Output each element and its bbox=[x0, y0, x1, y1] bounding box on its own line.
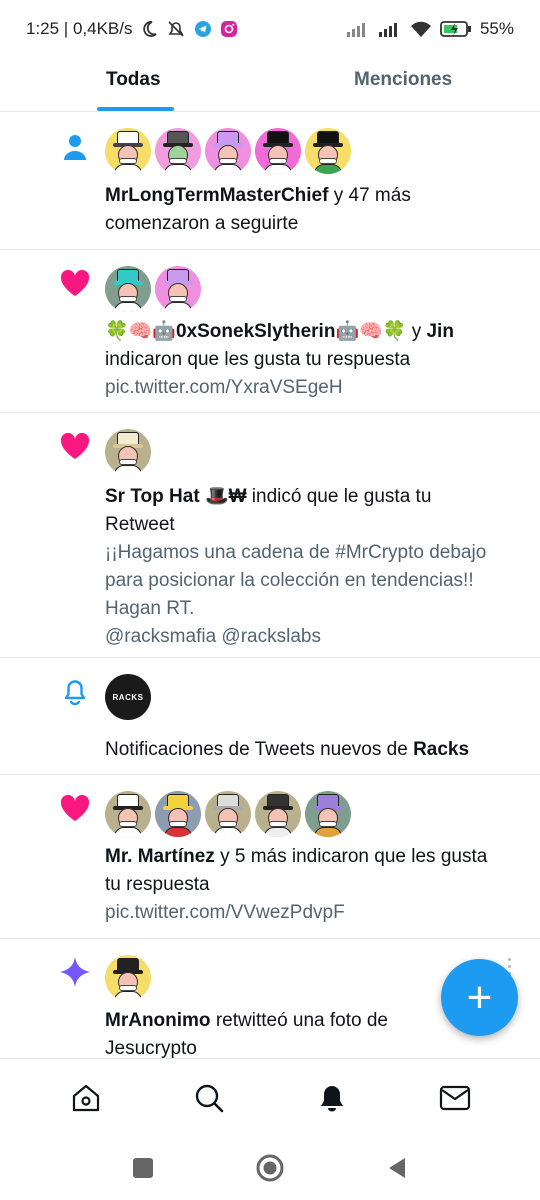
moon-icon bbox=[140, 20, 158, 38]
notification-item[interactable]: Mr. Martínez y 5 más indicaron que les g… bbox=[0, 775, 540, 939]
home-button[interactable] bbox=[255, 1153, 285, 1183]
plus-icon: + bbox=[466, 972, 493, 1022]
quote-line: para posicionar la colección en tendenci… bbox=[105, 570, 474, 591]
quote-line: ¡¡Hagamos una cadena de #MrCrypto debajo bbox=[105, 542, 487, 563]
avatar[interactable] bbox=[155, 128, 201, 174]
user-name[interactable]: Mr. Martínez bbox=[105, 846, 215, 867]
avatar[interactable] bbox=[255, 791, 301, 837]
avatar-row bbox=[105, 413, 520, 475]
tab-label: Menciones bbox=[354, 69, 453, 90]
avatar[interactable] bbox=[155, 791, 201, 837]
avatar[interactable] bbox=[255, 128, 301, 174]
quote-line: Hagan RT. bbox=[105, 598, 195, 619]
muted-icon bbox=[166, 20, 186, 38]
notification-item[interactable]: MrLongTermMasterChief y 47 más comenzaro… bbox=[0, 112, 540, 250]
avatar[interactable]: RACKS bbox=[105, 674, 151, 720]
instagram-icon bbox=[220, 20, 238, 38]
search-icon bbox=[195, 1084, 223, 1112]
notification-text: Notificaciones de Tweets nuevos de Racks bbox=[105, 736, 520, 764]
status-bar: 1:25 | 0,4KB/s 55% bbox=[0, 0, 540, 58]
signal-icon bbox=[346, 20, 370, 38]
tab-label: Todas bbox=[106, 69, 161, 90]
user-name[interactable]: 0xSonekSlytherin bbox=[176, 321, 335, 342]
tweet-link[interactable]: pic.twitter.com/VVwezPdvpF bbox=[105, 902, 345, 923]
bell-icon bbox=[58, 674, 92, 708]
notification-item[interactable]: RACKS Notificaciones de Tweets nuevos de… bbox=[0, 658, 540, 775]
nav-search[interactable] bbox=[179, 1068, 239, 1128]
avatar[interactable] bbox=[105, 429, 151, 475]
user-name[interactable]: Jin bbox=[426, 321, 453, 342]
avatar[interactable] bbox=[105, 791, 151, 837]
tab-todas[interactable]: Todas bbox=[0, 58, 270, 111]
notification-text-rest: y 5 más indicaron que les gusta bbox=[214, 846, 488, 867]
notifications-feed: MrLongTermMasterChief y 47 más comenzaro… bbox=[0, 112, 540, 1058]
notification-text: Sr Top Hat 🎩₩ indicó que le gusta tu Ret… bbox=[105, 483, 520, 539]
notification-text-line2: comenzaron a seguirte bbox=[105, 213, 299, 234]
notification-text-rest: retwitteó una foto de bbox=[210, 1010, 388, 1031]
notification-text-line2: Jesucrypto bbox=[105, 1038, 197, 1058]
quoted-tweet[interactable]: ¡¡Hagamos una cadena de #MrCrypto debajo… bbox=[105, 539, 520, 651]
signal-icon bbox=[378, 20, 402, 38]
user-name[interactable]: MrLongTermMasterChief bbox=[105, 185, 328, 206]
avatar-row bbox=[105, 250, 520, 312]
user-name[interactable]: Sr Top Hat bbox=[105, 486, 200, 507]
battery-icon bbox=[440, 20, 472, 38]
notification-text-line2: indicaron que les gusta tu respuesta bbox=[105, 349, 411, 370]
notification-text: MrLongTermMasterChief y 47 más comenzaro… bbox=[105, 182, 520, 238]
bell-icon bbox=[320, 1085, 343, 1111]
bottom-nav bbox=[0, 1058, 540, 1136]
notification-text-plain: Notificaciones de Tweets nuevos de bbox=[105, 739, 414, 760]
notification-text-line2: Retweet bbox=[105, 514, 175, 535]
notification-text-rest: y 47 más bbox=[328, 185, 411, 206]
avatar[interactable] bbox=[155, 266, 201, 312]
sparkle-icon bbox=[58, 955, 92, 989]
person-icon bbox=[58, 130, 92, 164]
avatar[interactable] bbox=[205, 791, 251, 837]
heart-icon bbox=[58, 429, 92, 463]
nav-home[interactable] bbox=[56, 1068, 116, 1128]
emoji-decoration: 🤖🧠🍀 bbox=[335, 321, 407, 342]
status-time: 1:25 | 0,4KB/s bbox=[26, 19, 133, 38]
avatar[interactable] bbox=[305, 128, 351, 174]
avatar[interactable] bbox=[305, 791, 351, 837]
heart-icon bbox=[58, 791, 92, 825]
notification-text-rest: indicó que le gusta tu bbox=[246, 486, 432, 507]
nav-notifications[interactable] bbox=[302, 1068, 362, 1128]
connector-text: y bbox=[406, 321, 427, 342]
tab-bar: Todas Menciones bbox=[0, 58, 540, 112]
mail-icon bbox=[439, 1085, 470, 1110]
compose-tweet-button[interactable]: + bbox=[441, 959, 518, 1036]
home-icon bbox=[72, 1084, 99, 1111]
notification-item[interactable]: 🍀🧠🤖0xSonekSlytherin🤖🧠🍀 y Jin indicaron q… bbox=[0, 250, 540, 413]
user-name[interactable]: Racks bbox=[413, 739, 469, 760]
heart-icon bbox=[58, 266, 92, 300]
notification-text-line2: tu respuesta bbox=[105, 874, 210, 895]
wifi-icon bbox=[410, 20, 432, 38]
avatar[interactable] bbox=[105, 128, 151, 174]
avatar-row bbox=[105, 112, 520, 174]
avatar-row bbox=[105, 775, 520, 837]
notification-text: Mr. Martínez y 5 más indicaron que les g… bbox=[105, 843, 520, 927]
emoji-decoration: 🎩₩ bbox=[204, 486, 247, 507]
emoji-decoration: 🍀🧠🤖 bbox=[105, 321, 176, 342]
nav-messages[interactable] bbox=[425, 1068, 485, 1128]
avatar[interactable] bbox=[205, 128, 251, 174]
notification-text: 🍀🧠🤖0xSonekSlytherin🤖🧠🍀 y Jin indicaron q… bbox=[105, 318, 520, 402]
avatar-row: RACKS bbox=[105, 658, 520, 720]
back-button[interactable] bbox=[385, 1156, 409, 1180]
tweet-link[interactable]: pic.twitter.com/YxraVSEgeH bbox=[105, 377, 343, 398]
avatar[interactable] bbox=[105, 955, 151, 1001]
quote-line: @racksmafia @rackslabs bbox=[105, 626, 321, 647]
telegram-icon bbox=[194, 20, 212, 38]
avatar[interactable] bbox=[105, 266, 151, 312]
tab-menciones[interactable]: Menciones bbox=[270, 58, 540, 111]
battery-level: 55% bbox=[479, 19, 514, 38]
recents-button[interactable] bbox=[131, 1156, 155, 1180]
tab-underline bbox=[97, 107, 174, 111]
notification-item[interactable]: Sr Top Hat 🎩₩ indicó que le gusta tu Ret… bbox=[0, 413, 540, 658]
user-name[interactable]: MrAnonimo bbox=[105, 1010, 211, 1031]
system-nav-bar bbox=[0, 1136, 540, 1200]
